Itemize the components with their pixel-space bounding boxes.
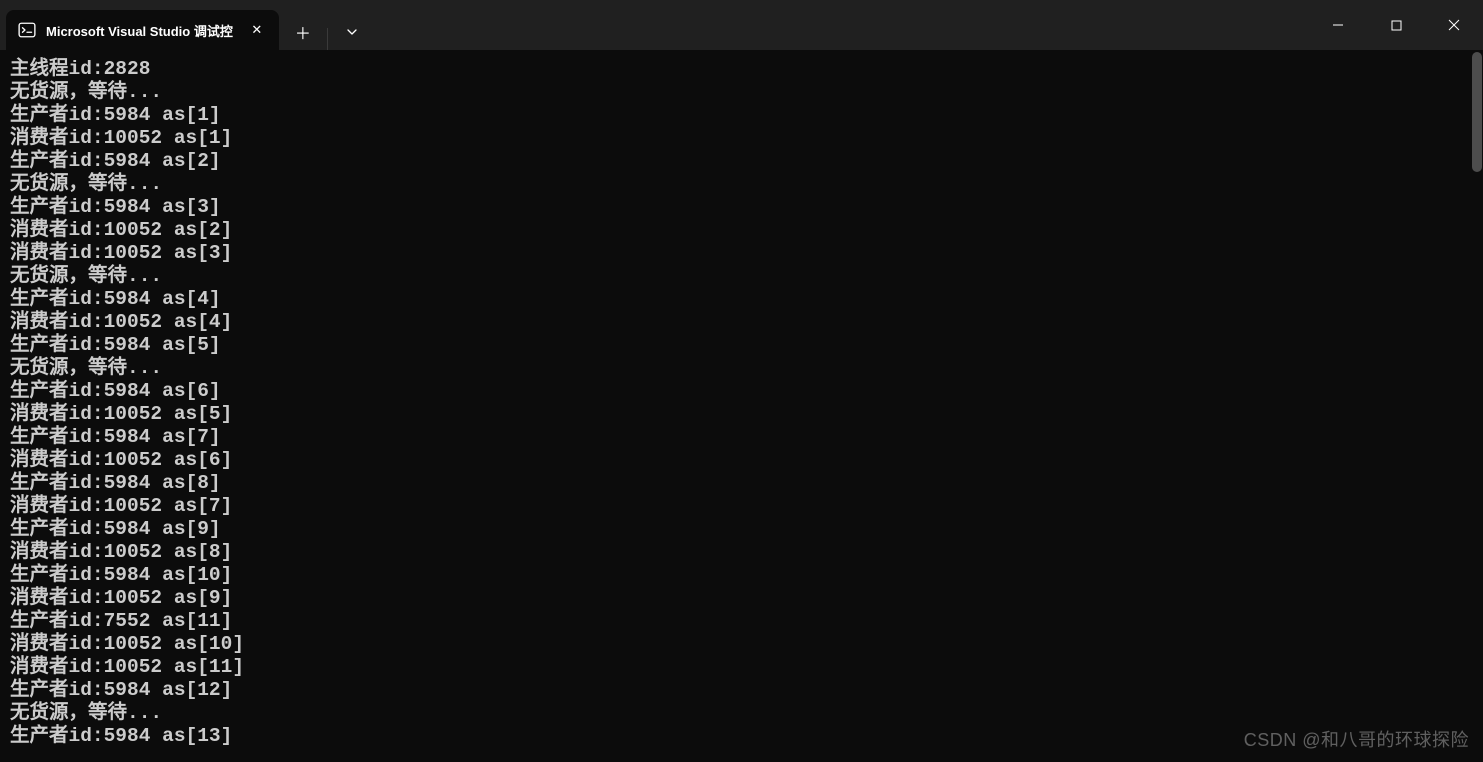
tab-active[interactable]: Microsoft Visual Studio 调试控 ✕: [6, 10, 279, 50]
minimize-icon: [1332, 19, 1344, 31]
scrollbar[interactable]: [1471, 50, 1483, 762]
tab-close-button[interactable]: ✕: [247, 20, 267, 40]
terminal-area: 主线程id:2828 无货源，等待... 生产者id:5984 as[1] 消费…: [0, 50, 1483, 762]
minimize-button[interactable]: [1309, 0, 1367, 50]
tabs-area: Microsoft Visual Studio 调试控 ✕ ＋: [0, 0, 1309, 50]
divider: [327, 28, 328, 50]
terminal-icon: [18, 21, 36, 39]
watermark-text: CSDN @和八哥的环球探险: [1244, 726, 1469, 752]
tab-title: Microsoft Visual Studio 调试控: [46, 21, 233, 40]
chevron-down-icon: [346, 26, 358, 38]
new-tab-button[interactable]: ＋: [285, 14, 321, 50]
terminal-output[interactable]: 主线程id:2828 无货源，等待... 生产者id:5984 as[1] 消费…: [0, 50, 1483, 756]
titlebar: Microsoft Visual Studio 调试控 ✕ ＋: [0, 0, 1483, 50]
maximize-button[interactable]: [1367, 0, 1425, 50]
scrollbar-thumb[interactable]: [1472, 52, 1482, 172]
close-button[interactable]: [1425, 0, 1483, 50]
window-controls: [1309, 0, 1483, 50]
maximize-icon: [1391, 20, 1402, 31]
close-icon: [1448, 19, 1460, 31]
tab-dropdown-button[interactable]: [334, 14, 370, 50]
